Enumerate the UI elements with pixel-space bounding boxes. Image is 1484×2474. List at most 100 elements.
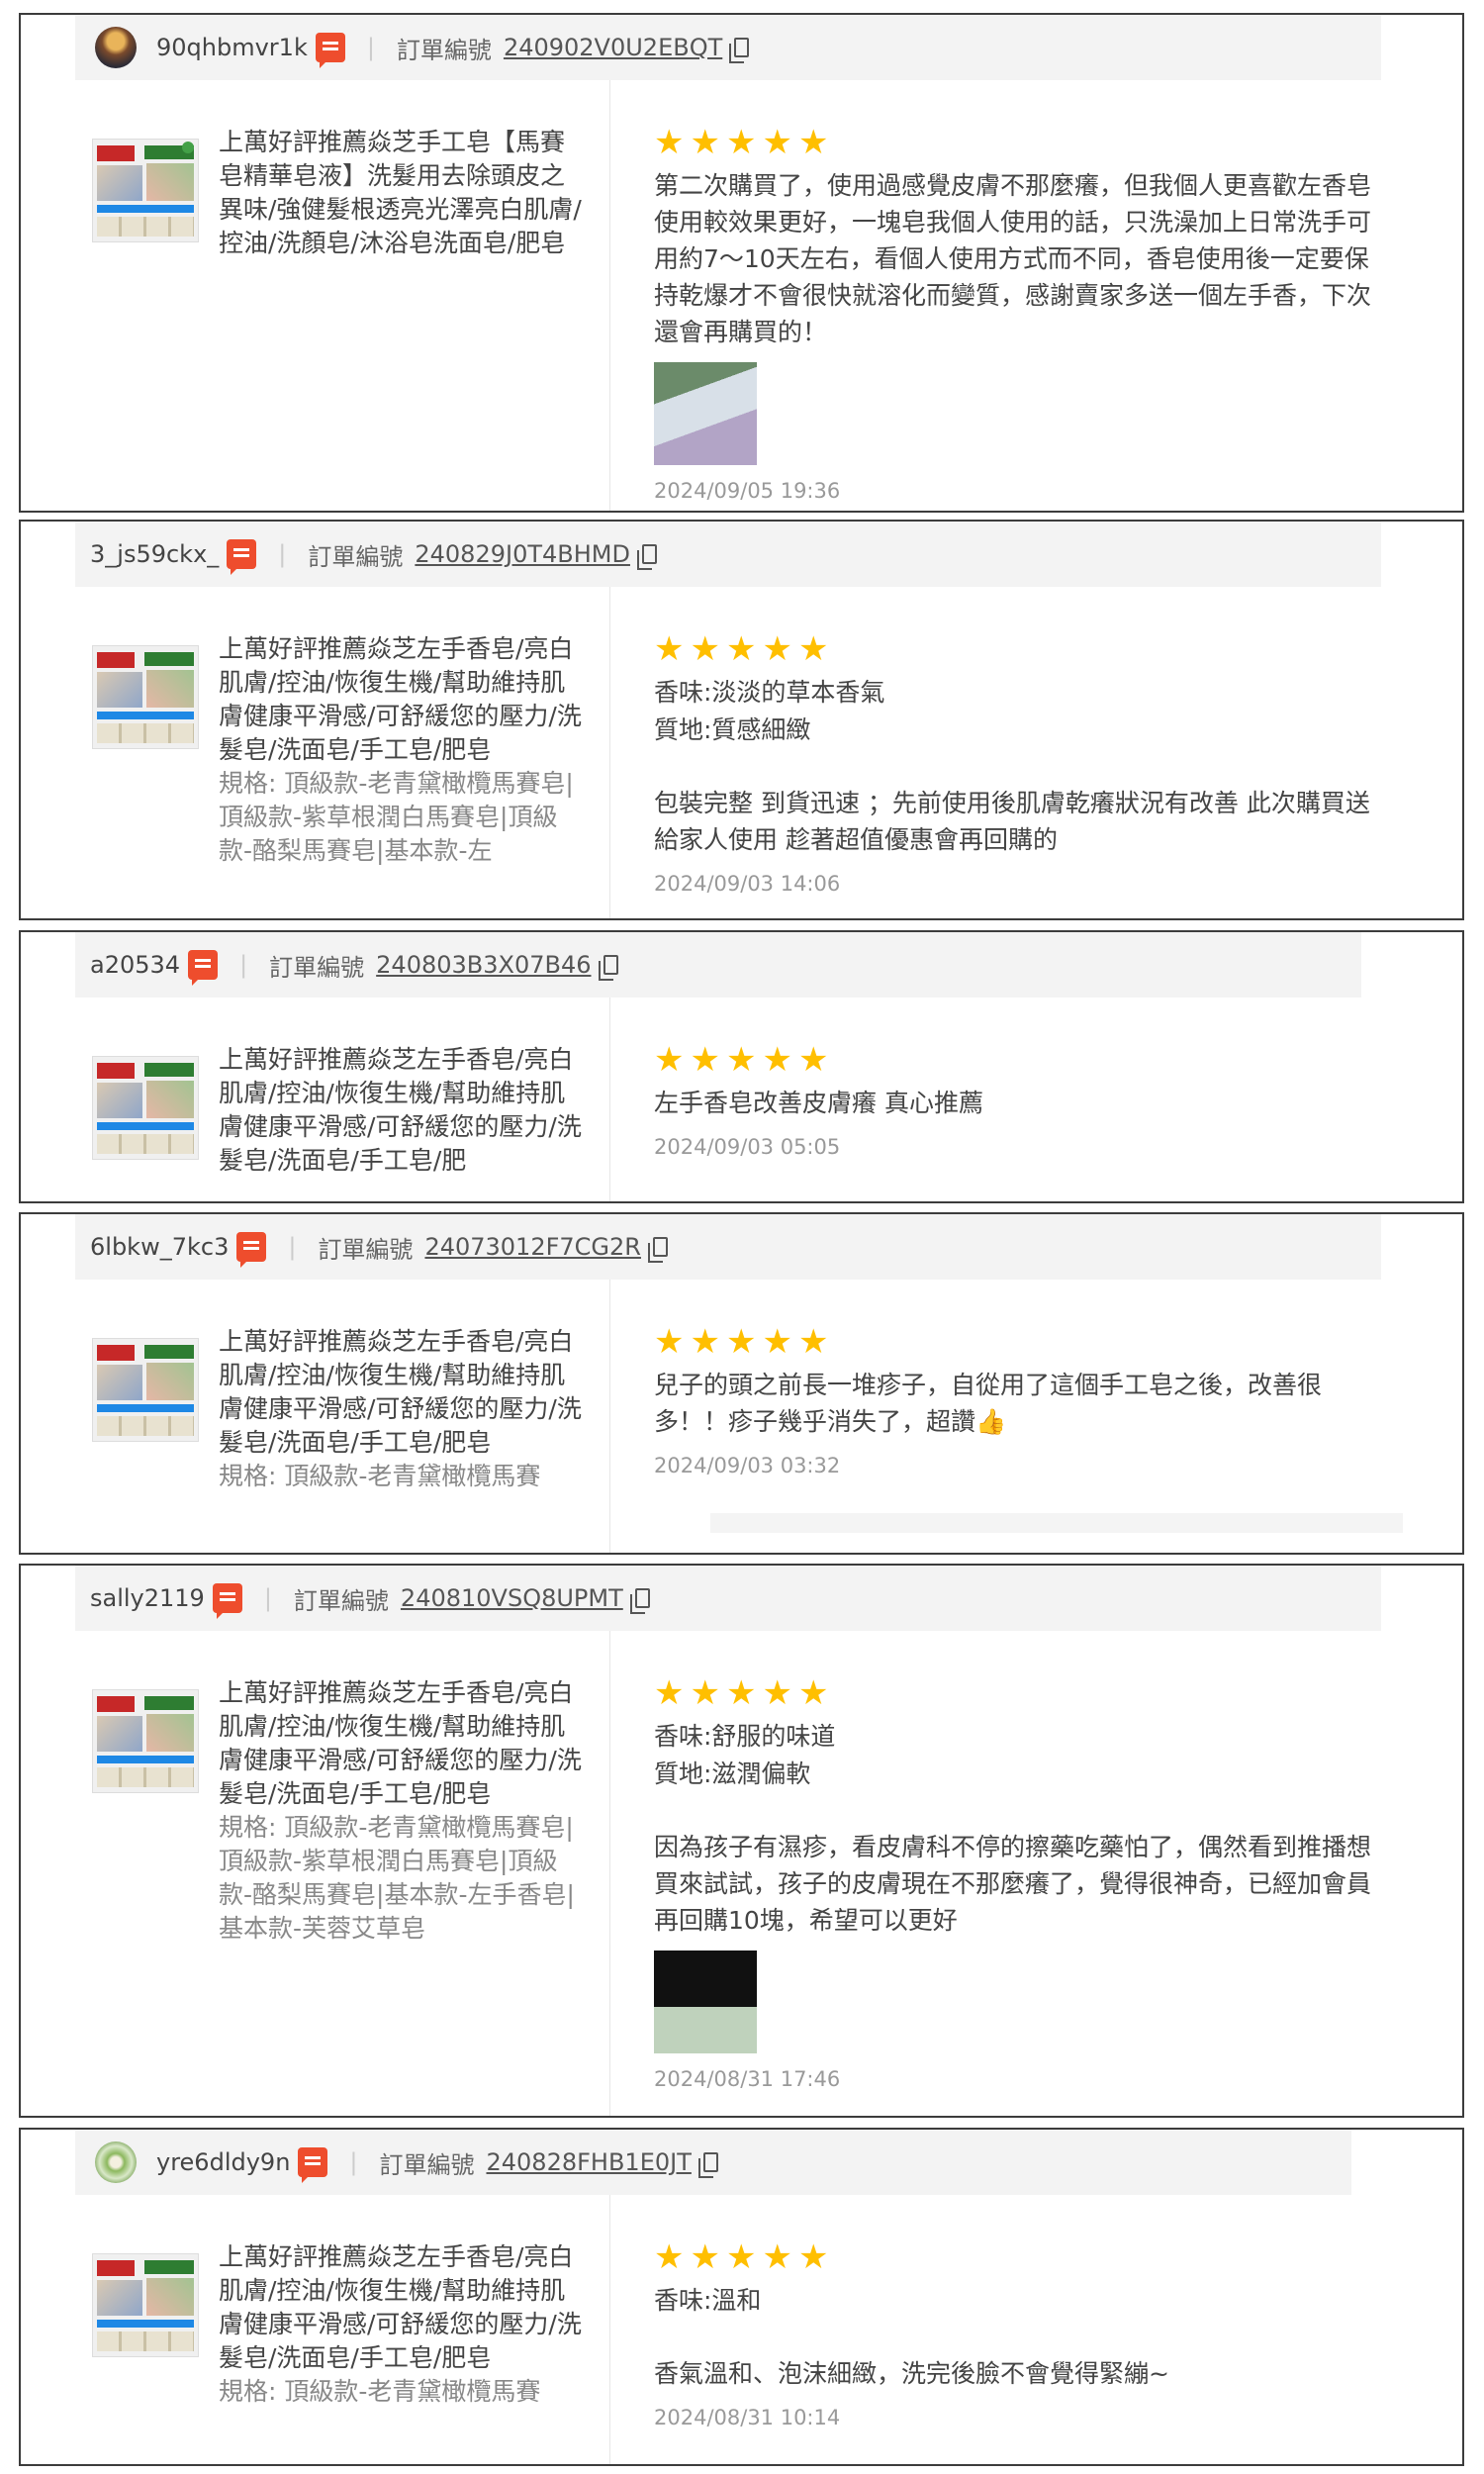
product-name: 上萬好評推薦焱芝左手香皂/亮白肌膚/控油/恢復生機/幫助維持肌膚健康平滑感/可舒… — [219, 1045, 582, 1175]
star-icon: ★ — [654, 1322, 685, 1362]
product-thumbnail[interactable] — [92, 1689, 199, 1793]
product-info[interactable]: 上萬好評推薦焱芝左手香皂/亮白肌膚/控油/恢復生機/幫助維持肌膚健康平滑感/可舒… — [219, 1325, 585, 1493]
order-number-link[interactable]: 240902V0U2EBQT — [504, 34, 722, 61]
review-header: a20534 | 訂單編號 240803B3X07B46 — [75, 932, 1361, 998]
review-content: ★ ★ ★ ★ ★ 香味:舒服的味道 質地:滋潤偏軟 因為孩子有濕疹，看皮膚科不停的擦藥… — [654, 1676, 1386, 2098]
review-content: ★ ★ ★ ★ ★ 兒子的頭之前長一堆疹子，自從用了這個手工皂之後，改善很多！！疹子幾乎… — [654, 1325, 1386, 1484]
username[interactable]: a20534 — [90, 951, 180, 979]
star-icon: ★ — [725, 123, 757, 162]
review-timestamp: 2024/09/03 14:06 — [654, 872, 841, 896]
star-icon: ★ — [725, 1673, 757, 1713]
star-icon: ★ — [797, 2237, 829, 2277]
review-timestamp: 2024/09/03 03:32 — [654, 1454, 841, 1477]
review-header: 90qhbmvr1k | 訂單編號 240902V0U2EBQT — [75, 15, 1381, 80]
order-number-link[interactable]: 24073012F7CG2R — [424, 1233, 641, 1261]
order-label: 訂單編號 — [379, 2150, 475, 2179]
star-icon: ★ — [797, 1673, 829, 1713]
star-icon: ★ — [654, 123, 685, 162]
rating-stars: ★ ★ ★ ★ ★ — [654, 1325, 1386, 1359]
header-separator: | — [239, 951, 248, 979]
order-label: 訂單編號 — [269, 953, 365, 982]
product-info[interactable]: 上萬好評推薦焱芝左手香皂/亮白肌膚/控油/恢復生機/幫助維持肌膚健康平滑感/可舒… — [219, 2240, 585, 2409]
product-name: 上萬好評推薦焱芝左手香皂/亮白肌膚/控油/恢復生機/幫助維持肌膚健康平滑感/可舒… — [219, 634, 582, 764]
copy-icon[interactable] — [629, 1588, 650, 1614]
star-icon: ★ — [654, 629, 685, 669]
column-divider — [609, 80, 610, 511]
review-timestamp: 2024/09/05 19:36 — [654, 479, 841, 503]
username[interactable]: 90qhbmvr1k — [156, 34, 308, 61]
product-name: 上萬好評推薦焱芝左手香皂/亮白肌膚/控油/恢復生機/幫助維持肌膚健康平滑感/可舒… — [219, 1678, 582, 1808]
review-photo[interactable] — [654, 1951, 757, 2053]
review-header: 3_js59ckx_ | 訂單編號 240829J0T4BHMD — [75, 522, 1381, 587]
review-content: ★ ★ ★ ★ ★ 第二次購買了，使用過感覺皮膚不那麼癢，但我個人更喜歡左香皂使用較效果… — [654, 126, 1386, 510]
product-spec: 規格: 頂級款-老青黛橄欖馬賽皂|頂級款-紫草根潤白馬賽皂|頂級款-酪梨馬賽皂|… — [219, 1813, 575, 1943]
copy-icon[interactable] — [697, 2152, 718, 2178]
chat-icon[interactable] — [315, 33, 345, 68]
avatar[interactable] — [95, 27, 137, 68]
order-label: 訂單編號 — [293, 1586, 389, 1615]
star-icon: ★ — [725, 1040, 757, 1080]
star-icon: ★ — [797, 629, 829, 669]
rating-stars: ★ ★ ★ ★ ★ — [654, 2240, 1386, 2274]
rating-stars: ★ ★ ★ ★ ★ — [654, 126, 1386, 159]
product-thumbnail[interactable] — [92, 2253, 199, 2357]
product-thumbnail[interactable] — [92, 1056, 199, 1160]
review-content: ★ ★ ★ ★ ★ 香味:溫和 香氣溫和、泡沫細緻，洗完後臉不會覺得緊繃~ 2024/0… — [654, 2240, 1386, 2436]
review-card: 6lbkw_7kc3 | 訂單編號 24073012F7CG2R 上萬好評推薦焱… — [19, 1212, 1464, 1555]
star-icon: ★ — [725, 2237, 757, 2277]
review-timestamp: 2024/09/03 05:05 — [654, 1135, 841, 1159]
order-number-link[interactable]: 240803B3X07B46 — [376, 951, 591, 979]
product-info[interactable]: 上萬好評推薦焱芝左手香皂/亮白肌膚/控油/恢復生機/幫助維持肌膚健康平滑感/可舒… — [219, 1043, 585, 1178]
star-icon: ★ — [654, 2237, 685, 2277]
review-text: 包裝完整 到貨迅速 ；先前使用後肌膚乾癢狀況有改善 此次購買送給家人使用 趁著超… — [654, 789, 1370, 854]
copy-icon[interactable] — [647, 1237, 668, 1263]
review-timestamp: 2024/08/31 17:46 — [654, 2067, 841, 2091]
header-separator: | — [366, 34, 375, 61]
product-thumbnail[interactable] — [92, 1338, 199, 1442]
chat-icon[interactable] — [298, 2147, 328, 2183]
review-text: 第二次購買了，使用過感覺皮膚不那麼癢，但我個人更喜歡左香皂使用較效果更好，一塊皂… — [654, 171, 1372, 346]
header-separator: | — [263, 1584, 272, 1612]
order-number-link[interactable]: 240810VSQ8UPMT — [401, 1584, 623, 1612]
copy-icon[interactable] — [636, 544, 657, 570]
header-separator: | — [288, 1233, 297, 1261]
header-separator: | — [278, 540, 287, 568]
username[interactable]: 6lbkw_7kc3 — [90, 1233, 229, 1261]
review-card: sally2119 | 訂單編號 240810VSQ8UPMT 上萬好評推薦焱芝… — [19, 1564, 1464, 2118]
collapsed-reply-bar — [710, 1513, 1403, 1533]
product-thumbnail[interactable] — [92, 139, 199, 242]
order-number-link[interactable]: 240829J0T4BHMD — [415, 540, 630, 568]
star-icon: ★ — [797, 123, 829, 162]
product-info[interactable]: 上萬好評推薦焱芝左手香皂/亮白肌膚/控油/恢復生機/幫助維持肌膚健康平滑感/可舒… — [219, 632, 585, 868]
review-attribute-scent: 香味:溫和 — [654, 2286, 762, 2315]
chat-icon[interactable] — [212, 1583, 242, 1619]
username[interactable]: 3_js59ckx_ — [90, 540, 219, 568]
star-icon: ★ — [762, 1673, 792, 1713]
review-text: 兒子的頭之前長一堆疹子，自從用了這個手工皂之後，改善很多！！疹子幾乎消失了，超讚… — [654, 1371, 1323, 1436]
product-info[interactable]: 上萬好評推薦焱芝手工皂【馬賽皂精華皂液】洗髮用去除頭皮之異味/強健髮根透亮光澤亮… — [219, 126, 585, 260]
star-icon: ★ — [762, 123, 792, 162]
product-info[interactable]: 上萬好評推薦焱芝左手香皂/亮白肌膚/控油/恢復生機/幫助維持肌膚健康平滑感/可舒… — [219, 1676, 585, 1946]
order-number-link[interactable]: 240828FHB1E0JT — [487, 2148, 692, 2176]
column-divider — [609, 998, 610, 1201]
review-card: 3_js59ckx_ | 訂單編號 240829J0T4BHMD 上萬好評推薦焱… — [19, 520, 1464, 920]
rating-stars: ★ ★ ★ ★ ★ — [654, 1676, 1386, 1710]
username[interactable]: yre6dldy9n — [156, 2148, 290, 2176]
review-photo[interactable] — [654, 362, 757, 465]
avatar[interactable] — [95, 2141, 137, 2183]
copy-icon[interactable] — [729, 38, 750, 63]
chat-icon[interactable] — [227, 539, 257, 575]
copy-icon[interactable] — [598, 955, 618, 981]
star-icon: ★ — [690, 629, 720, 669]
username[interactable]: sally2119 — [90, 1584, 205, 1612]
review-text: 左手香皂改善皮膚癢 真心推薦 — [654, 1089, 983, 1117]
star-icon: ★ — [690, 1322, 720, 1362]
review-timestamp: 2024/08/31 10:14 — [654, 2406, 841, 2429]
chat-icon[interactable] — [188, 950, 219, 986]
star-icon: ★ — [690, 123, 720, 162]
review-header: sally2119 | 訂單編號 240810VSQ8UPMT — [75, 1566, 1381, 1631]
product-name: 上萬好評推薦焱芝左手香皂/亮白肌膚/控油/恢復生機/幫助維持肌膚健康平滑感/可舒… — [219, 2242, 582, 2372]
chat-icon[interactable] — [236, 1232, 267, 1268]
product-thumbnail[interactable] — [92, 645, 199, 749]
column-divider — [609, 587, 610, 918]
